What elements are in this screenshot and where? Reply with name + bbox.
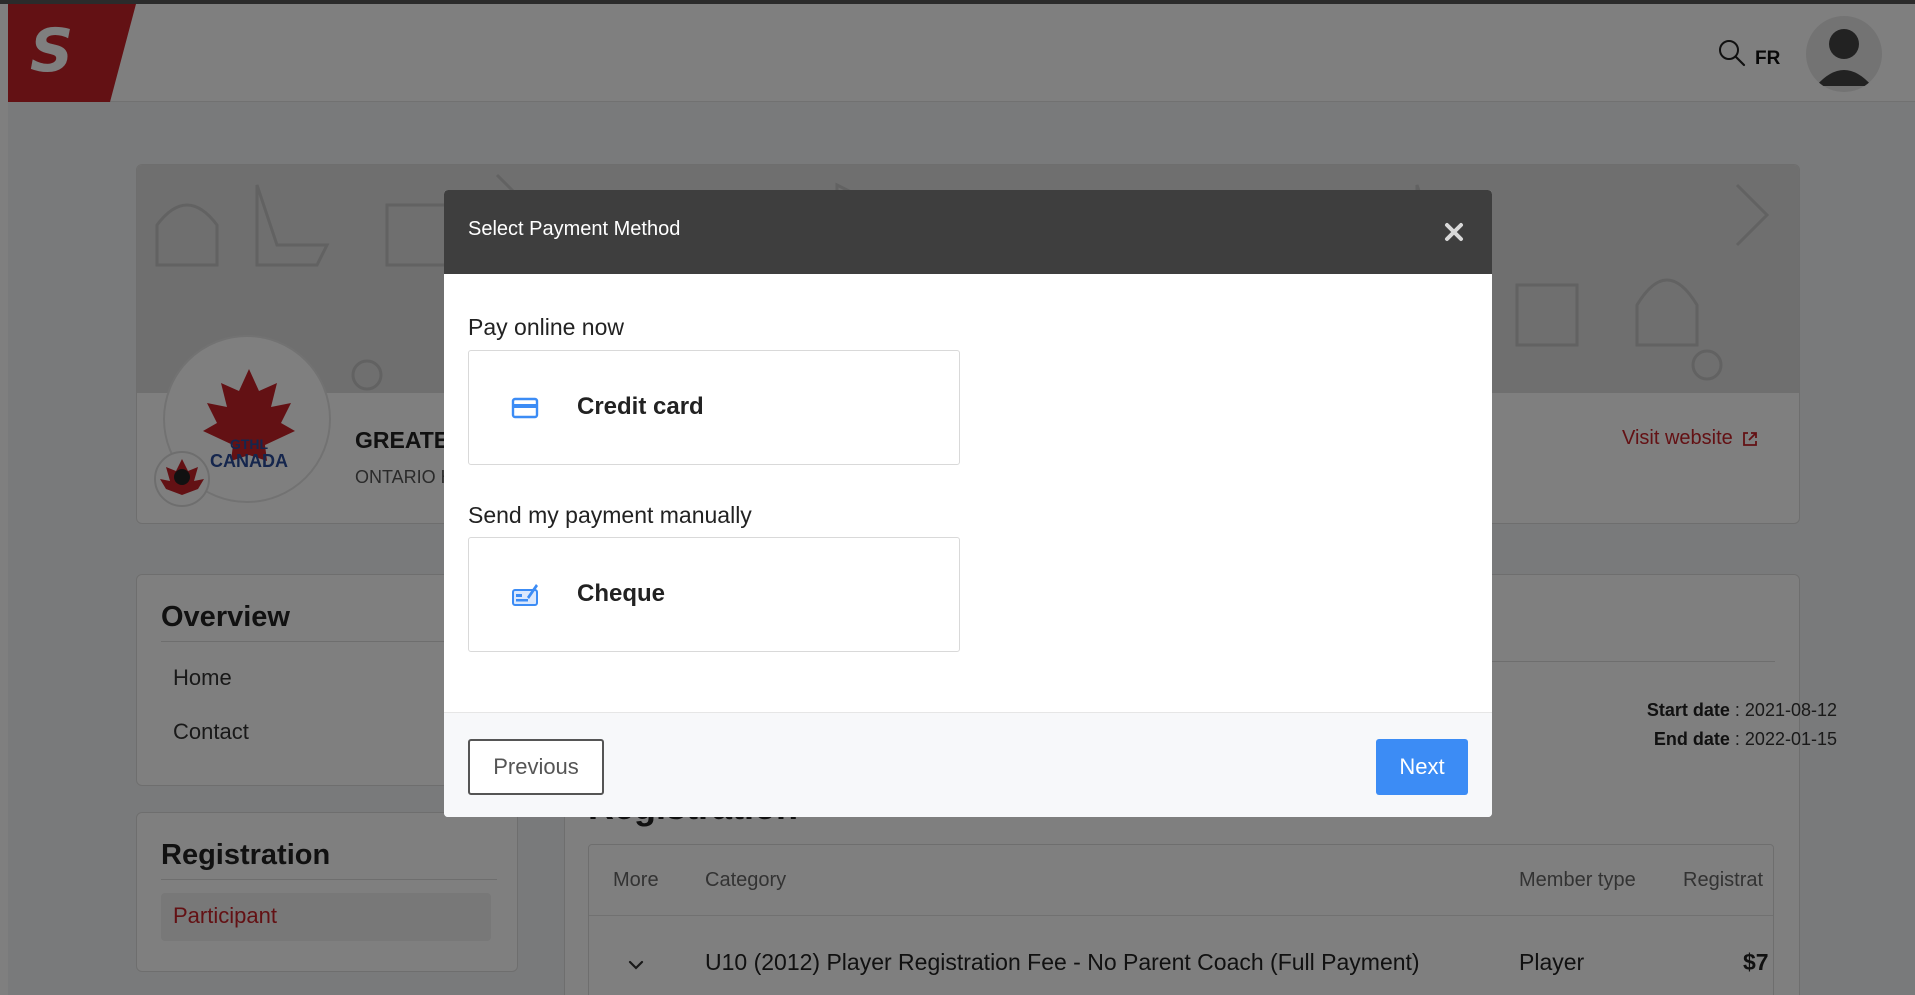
send-manually-label: Send my payment manually: [468, 502, 752, 528]
cheque-label: Cheque: [577, 580, 666, 607]
pay-online-label: Pay online now: [468, 314, 624, 340]
payment-method-modal: Select Payment Method Pay online now Cre…: [444, 190, 1492, 817]
top-border: [0, 0, 1915, 4]
credit-card-option[interactable]: Credit card: [468, 350, 960, 465]
next-button[interactable]: Next: [1376, 739, 1468, 795]
previous-button[interactable]: Previous: [468, 739, 604, 795]
close-icon[interactable]: [1442, 220, 1466, 244]
modal-body: Pay online now Credit card Send my payme…: [444, 274, 1492, 712]
modal-title: Select Payment Method: [468, 218, 681, 240]
credit-card-label: Credit card: [577, 393, 704, 420]
credit-card-icon: [511, 397, 539, 419]
modal-header: Select Payment Method: [444, 190, 1492, 274]
cheque-option[interactable]: Cheque: [468, 537, 960, 652]
modal-footer: Previous Next: [444, 712, 1492, 817]
cheque-icon: [512, 584, 538, 606]
